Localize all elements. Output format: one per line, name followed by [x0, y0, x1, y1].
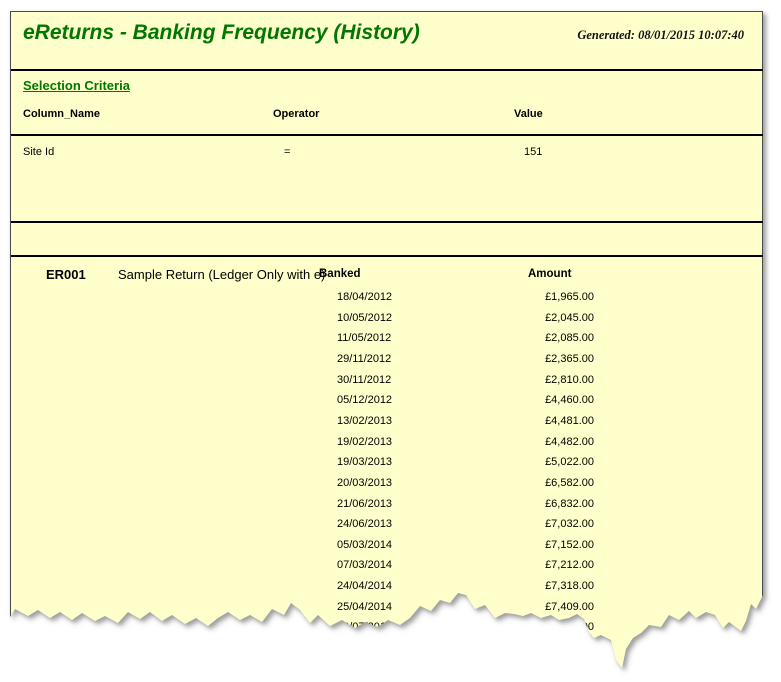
amount-cell: £2,085.00 [545, 332, 594, 345]
divider-section-top [11, 221, 763, 223]
table-row: 29/11/2012 £2,365.00 [11, 352, 763, 373]
banked-date-cell: 05/12/2012 [337, 394, 393, 407]
banked-date-cell: 05/03/2014 [337, 538, 393, 551]
banked-date-cell: 10/05/2012 [337, 311, 393, 324]
amount-cell: £7,032.00 [545, 518, 594, 531]
banked-date-cell: 11/05/2012 [337, 332, 392, 345]
report-page-shadow: eReturns - Banking Frequency (History) G… [0, 0, 781, 682]
banked-date-cell: 29/11/2012 [337, 352, 392, 365]
table-row: 30/07/2014 £7,509.00 [11, 621, 763, 641]
table-row: 19/02/2013 £4,482.00 [11, 435, 763, 456]
table-row: 05/12/2012 £4,460.00 [11, 394, 763, 414]
table-row: 13/02/2013 £4,481.00 [11, 414, 763, 435]
table-row: 05/03/2014 £7,152.00 [11, 538, 763, 559]
amount-cell: £1,965.00 [545, 291, 594, 303]
banked-date-cell: 21/06/2013 [337, 497, 393, 510]
table-row: 10/05/2012 £2,045.00 [11, 311, 763, 332]
amount-cell: £7,152.00 [545, 538, 594, 551]
criteria-operator: = [284, 146, 291, 158]
amount-cell: £2,365.00 [545, 352, 594, 365]
table-row: 24/06/2013 £7,032.00 [11, 518, 763, 538]
table-row: 11/05/2012 £2,085.00 [11, 332, 763, 352]
page-title: eReturns - Banking Frequency (History) [23, 21, 420, 44]
amount-cell: £7,509.00 [545, 621, 594, 634]
generated-timestamp: Generated: 08/01/2015 10:07:40 [577, 28, 744, 42]
banked-date-cell: 24/04/2014 [337, 580, 393, 593]
banked-date-cell: 07/03/2014 [337, 559, 393, 572]
table-row: 07/03/2014 £7,212.00 [11, 559, 763, 579]
banked-date-cell: 13/02/2013 [337, 414, 393, 427]
table-row: 30/11/2012 £2,810.00 [11, 373, 763, 394]
table-row: 21/06/2013 £6,832.00 [11, 497, 763, 518]
table-row: 25/04/2014 £7,409.00 [11, 600, 763, 621]
banked-date-cell: 18/04/2012 [337, 291, 393, 303]
amount-cell: £4,482.00 [545, 435, 594, 448]
banked-date-cell: 25/04/2014 [337, 600, 393, 613]
banked-date-cell: 30/11/2012 [337, 373, 392, 386]
criteria-column-name: Site Id [23, 146, 55, 158]
column-header-operator: Operator [273, 108, 320, 120]
column-header-column-name: Column_Name [23, 108, 101, 120]
divider-criteria-header [11, 134, 763, 136]
amount-cell: £6,832.00 [545, 497, 594, 510]
table-row: 20/03/2013 £6,582.00 [11, 476, 763, 497]
amount-cell: £7,409.00 [545, 600, 594, 613]
amount-cell: £7,318.00 [545, 580, 594, 593]
banked-date-cell: 19/03/2013 [337, 456, 393, 469]
column-header-value: Value [514, 108, 543, 120]
amount-cell: £5,022.00 [545, 456, 594, 469]
divider-header [11, 69, 763, 71]
amount-cell: £2,810.00 [545, 373, 594, 386]
criteria-value: 151 [524, 146, 543, 158]
table-row: 19/03/2013 £5,022.00 [11, 456, 763, 476]
return-code: ER001 [46, 267, 86, 282]
report-page: eReturns - Banking Frequency (History) G… [10, 11, 763, 668]
amount-cell: £7,212.00 [545, 559, 594, 572]
banked-date-cell: 24/06/2013 [337, 518, 393, 531]
selection-criteria-link[interactable]: Selection Criteria [23, 78, 130, 93]
amount-cell: £2,045.00 [545, 311, 594, 324]
banked-date-cell: 20/03/2013 [337, 476, 393, 489]
banked-date-cell: 30/07/2014 [337, 621, 393, 634]
divider-section-bottom [11, 255, 763, 257]
table-row: 18/04/2012 £1,965.00 [11, 291, 763, 311]
table-header-amount: Amount [528, 268, 572, 280]
banked-date-cell: 19/02/2013 [337, 435, 393, 448]
amount-cell: £6,582.00 [545, 476, 594, 489]
return-name: Sample Return (Ledger Only with e) [118, 267, 326, 282]
table-row: 24/04/2014 £7,318.00 [11, 580, 763, 600]
amount-cell: £4,460.00 [545, 394, 594, 407]
amount-cell: £4,481.00 [545, 414, 594, 427]
